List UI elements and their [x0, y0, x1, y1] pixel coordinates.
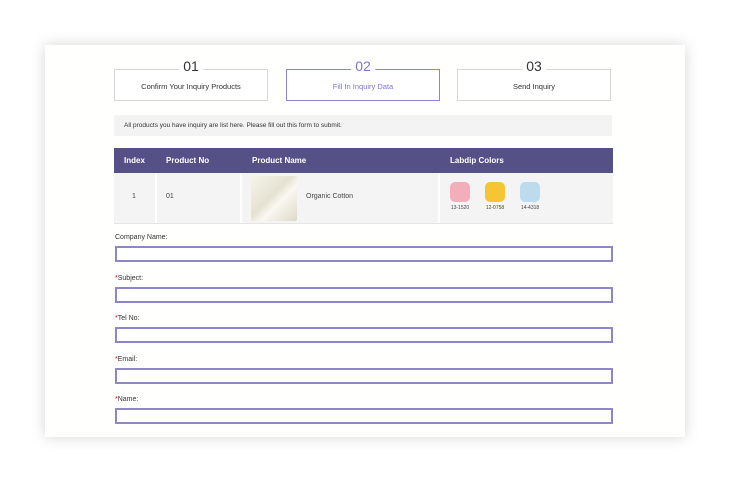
- column-labdip-colors: Labdip Colors: [450, 156, 504, 165]
- step-3-label: Send Inquiry: [512, 82, 556, 91]
- inquiry-products-table: Index Product No Product Name Labdip Col…: [114, 148, 613, 224]
- company-name-input[interactable]: [115, 246, 613, 262]
- row-product-no: 01: [166, 193, 174, 200]
- notice-text: All products you have inquiry are list h…: [114, 115, 612, 136]
- name-label: *Name:: [115, 396, 138, 403]
- column-divider: [240, 173, 242, 223]
- row-index: 1: [132, 193, 136, 200]
- row-product-name: Organic Cotton: [306, 193, 354, 200]
- swatch-code: 14-4318: [520, 205, 540, 211]
- column-product-name: Product Name: [252, 156, 307, 165]
- name-label-text: Name:: [117, 396, 139, 403]
- email-label-text: Email:: [117, 356, 138, 363]
- tel-input[interactable]: [115, 327, 613, 343]
- step-3[interactable]: 03 Send Inquiry: [457, 58, 611, 101]
- step-3-number: 03: [522, 58, 546, 74]
- column-divider: [155, 173, 157, 223]
- step-1-number: 01: [179, 58, 203, 74]
- company-name-label: Company Name:: [115, 234, 168, 241]
- step-2-number: 02: [351, 58, 375, 74]
- step-2-label: Fill In Inquiry Data: [332, 82, 394, 91]
- color-swatch[interactable]: [450, 182, 470, 202]
- email-input[interactable]: [115, 368, 613, 384]
- column-index: Index: [124, 156, 145, 165]
- color-swatch[interactable]: [520, 182, 540, 202]
- step-1[interactable]: 01 Confirm Your Inquiry Products: [114, 58, 268, 101]
- step-2[interactable]: 02 Fill In Inquiry Data: [286, 58, 440, 101]
- tel-label-text: Tel No:: [117, 315, 140, 322]
- step-1-label: Confirm Your Inquiry Products: [141, 82, 241, 91]
- email-label: *Email:: [115, 356, 137, 363]
- table-row: 1 01 Organic Cotton 13-1520 12-0758 14-4…: [114, 173, 613, 224]
- tel-label: *Tel No:: [115, 315, 140, 322]
- progress-steps: 01 Confirm Your Inquiry Products 02 Fill…: [114, 58, 614, 104]
- inquiry-card: 01 Confirm Your Inquiry Products 02 Fill…: [45, 45, 685, 437]
- column-product-no: Product No: [166, 156, 210, 165]
- company-name-label-text: Company Name:: [115, 234, 168, 241]
- swatch-code: 12-0758: [485, 205, 505, 211]
- swatch-code: 13-1520: [450, 205, 470, 211]
- subject-label-text: Subject:: [117, 275, 144, 282]
- product-thumbnail[interactable]: [251, 176, 297, 221]
- column-divider: [438, 173, 440, 223]
- subject-label: *Subject:: [115, 275, 143, 282]
- subject-input[interactable]: [115, 287, 613, 303]
- color-swatch[interactable]: [485, 182, 505, 202]
- name-input[interactable]: [115, 408, 613, 424]
- table-header: Index Product No Product Name Labdip Col…: [114, 148, 613, 173]
